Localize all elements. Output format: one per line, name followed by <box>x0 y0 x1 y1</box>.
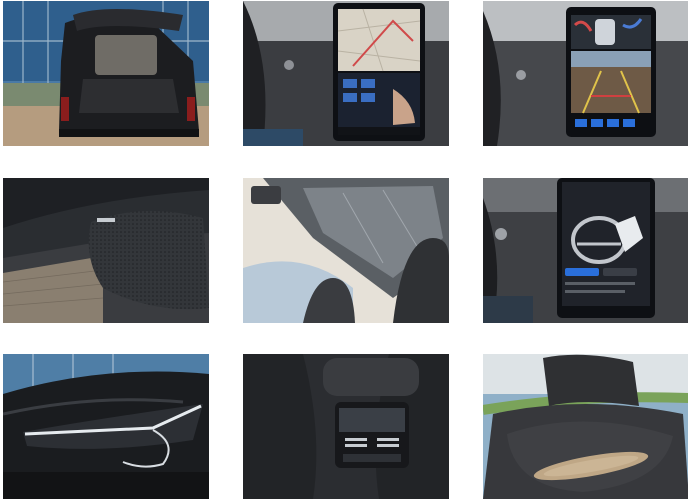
photo-panoramic-glass-roof[interactable] <box>243 178 449 323</box>
photo-open-trunk[interactable] <box>3 1 209 146</box>
photo-panoramic-glass-roof-image <box>243 178 449 323</box>
photo-center-touchscreen-steering-settings[interactable] <box>483 178 688 323</box>
photo-door-speaker-grille-image <box>3 178 209 323</box>
photo-open-trunk-image <box>3 1 209 146</box>
photo-rear-console-vents-image <box>243 354 449 499</box>
photo-center-touchscreen-camera[interactable] <box>483 1 688 146</box>
photo-center-touchscreen-map[interactable] <box>243 1 449 146</box>
photo-rear-console-vents[interactable] <box>243 354 449 499</box>
photo-headrest-wood-inlay[interactable] <box>483 354 688 499</box>
photo-center-touchscreen-steering-settings-image <box>483 178 688 323</box>
photo-gallery <box>0 0 688 501</box>
photo-headlight-front[interactable] <box>3 354 209 499</box>
photo-center-touchscreen-camera-image <box>483 1 688 146</box>
photo-headlight-front-image <box>3 354 209 499</box>
photo-headrest-wood-inlay-image <box>483 354 688 499</box>
photo-center-touchscreen-map-image <box>243 1 449 146</box>
photo-door-speaker-grille[interactable] <box>3 178 209 323</box>
